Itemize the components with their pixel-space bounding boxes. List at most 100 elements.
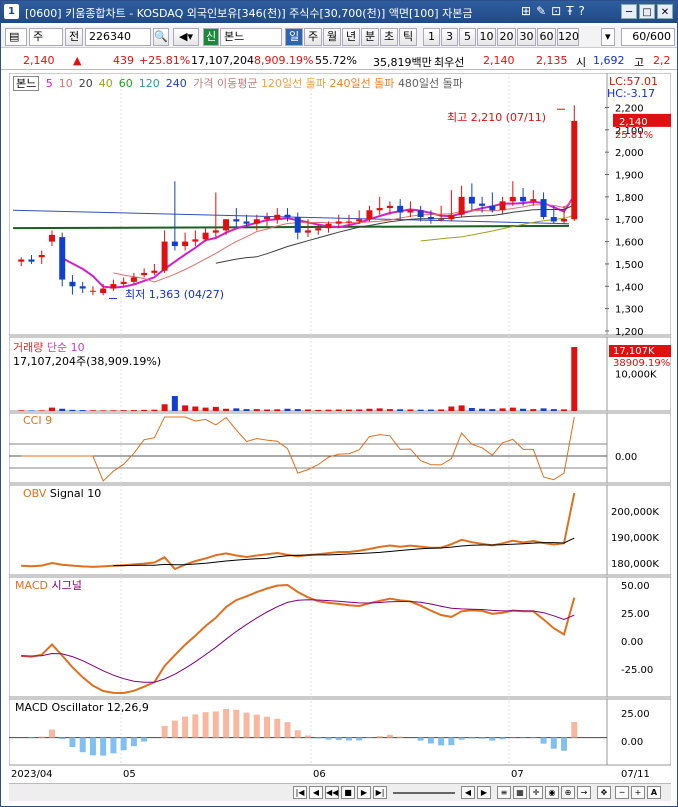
play-icon[interactable]: ▶ <box>357 786 371 799</box>
candle-11[interactable] <box>130 277 137 282</box>
osc-bar-6[interactable] <box>79 737 86 753</box>
osc-bar-25[interactable] <box>274 718 281 738</box>
candle-30[interactable] <box>325 223 332 229</box>
volume-bar-31[interactable] <box>335 409 342 411</box>
candle-4[interactable] <box>59 237 66 280</box>
osc-bar-36[interactable] <box>386 734 393 738</box>
osc-bar-10[interactable] <box>120 737 127 751</box>
candle-44[interactable] <box>468 196 475 204</box>
tab-1[interactable]: 주 <box>304 28 322 46</box>
scroll-track[interactable] <box>393 792 455 794</box>
plus-icon[interactable]: + <box>631 786 645 799</box>
candle-33[interactable] <box>356 219 363 222</box>
candle-42[interactable] <box>448 214 455 220</box>
volume-bar-3[interactable] <box>48 407 55 411</box>
interval-60[interactable]: 60 <box>537 28 556 46</box>
osc-bar-46[interactable] <box>489 737 496 741</box>
osc-bar-54[interactable] <box>571 722 578 738</box>
rewind-icon[interactable]: ◀◀ <box>325 786 339 799</box>
candle-3[interactable] <box>48 234 55 242</box>
candle-27[interactable] <box>294 216 301 233</box>
osc-bar-27[interactable] <box>294 730 301 738</box>
candle-24[interactable] <box>264 216 271 220</box>
interval-120[interactable]: 120 <box>557 28 579 46</box>
panel-cci[interactable] <box>9 412 608 484</box>
candle-53[interactable] <box>561 219 568 222</box>
list-icon[interactable]: ≡ <box>497 786 511 799</box>
period-select[interactable]: 주 <box>29 28 63 46</box>
help-icon[interactable]: ? <box>579 4 590 18</box>
chart-settings-icon[interactable]: ▤ <box>5 28 27 46</box>
osc-bar-9[interactable] <box>110 737 117 754</box>
pan-icon[interactable]: ✥ <box>597 786 611 799</box>
volume-bar-34[interactable] <box>366 408 373 411</box>
volume-bar-35[interactable] <box>376 408 383 411</box>
forward-icon[interactable]: ▶| <box>373 786 387 799</box>
page-left-icon[interactable]: ◀ <box>461 786 475 799</box>
candle-23[interactable] <box>253 219 260 224</box>
ma-legend-20[interactable]: 20 <box>79 77 93 90</box>
osc-bar-32[interactable] <box>345 737 352 741</box>
volume-bar-23[interactable] <box>253 409 260 411</box>
osc-bar-31[interactable] <box>335 737 342 740</box>
volume-bar-42[interactable] <box>448 406 455 411</box>
tab-0[interactable]: 일 <box>285 28 303 46</box>
chart-svg[interactable]: 2,2002,1002,0001,9001,8001,7001,6001,500… <box>9 73 671 767</box>
candle-26[interactable] <box>284 214 291 217</box>
tab-6[interactable]: 틱 <box>399 28 417 46</box>
candle-1[interactable] <box>28 259 35 262</box>
candle-17[interactable] <box>192 239 199 242</box>
font-icon[interactable]: Ŧ <box>566 4 578 18</box>
candle-20[interactable] <box>223 219 230 231</box>
osc-bar-12[interactable] <box>141 737 148 742</box>
candle-18[interactable] <box>202 232 209 240</box>
ma-legend-120[interactable]: 120 <box>139 77 160 90</box>
osc-bar-16[interactable] <box>182 716 189 738</box>
volume-bar-19[interactable] <box>212 406 219 411</box>
volume-bar-28[interactable] <box>305 409 311 411</box>
volume-bar-36[interactable] <box>386 409 393 411</box>
data-count[interactable]: 60/600 <box>621 28 675 46</box>
osc-bar-11[interactable] <box>130 737 137 747</box>
candle-40[interactable] <box>427 216 434 220</box>
candle-16[interactable] <box>182 241 189 247</box>
osc-bar-52[interactable] <box>550 737 557 749</box>
volume-bar-29[interactable] <box>315 409 322 411</box>
osc-bar-19[interactable] <box>212 711 219 738</box>
crosshair-icon[interactable]: ✛ <box>529 786 543 799</box>
edit-icon[interactable]: ✎ <box>536 4 551 18</box>
candle-37[interactable] <box>397 205 404 213</box>
interval-dropdown[interactable]: ▾ <box>601 28 615 46</box>
candle-35[interactable] <box>376 208 383 211</box>
osc-bar-42[interactable] <box>448 737 455 746</box>
osc-bar-40[interactable] <box>427 737 434 744</box>
close-button[interactable]: ✕ <box>657 4 673 19</box>
volume-bar-14[interactable] <box>161 404 168 411</box>
volume-bar-16[interactable] <box>182 405 189 411</box>
volume-bar-41[interactable] <box>438 409 445 411</box>
text-icon[interactable]: A <box>647 786 661 799</box>
osc-bar-37[interactable] <box>397 736 404 738</box>
volume-bar-20[interactable] <box>223 408 230 411</box>
candle-12[interactable] <box>141 272 148 276</box>
osc-bar-2[interactable] <box>38 736 45 738</box>
candle-29[interactable] <box>315 228 322 231</box>
osc-bar-43[interactable] <box>458 737 465 740</box>
osc-bar-53[interactable] <box>561 737 568 751</box>
prev-button[interactable]: 전 <box>65 28 83 46</box>
volume-bar-8[interactable] <box>100 410 107 411</box>
volume-bar-47[interactable] <box>499 408 506 411</box>
volume-bar-17[interactable] <box>192 406 199 411</box>
osc-bar-47[interactable] <box>499 737 506 740</box>
volume-bar-49[interactable] <box>520 408 527 411</box>
volume-bar-1[interactable] <box>28 410 35 411</box>
volume-bar-52[interactable] <box>550 409 557 411</box>
volume-bar-37[interactable] <box>397 409 404 411</box>
volume-bar-45[interactable] <box>479 408 486 411</box>
candle-39[interactable] <box>417 210 424 217</box>
ma-legend-5[interactable]: 5 <box>46 77 53 90</box>
volume-bar-13[interactable] <box>151 409 158 411</box>
zoom-in-icon[interactable]: ⊕ <box>561 786 575 799</box>
osc-bar-3[interactable] <box>48 729 55 738</box>
osc-bar-8[interactable] <box>100 737 107 756</box>
